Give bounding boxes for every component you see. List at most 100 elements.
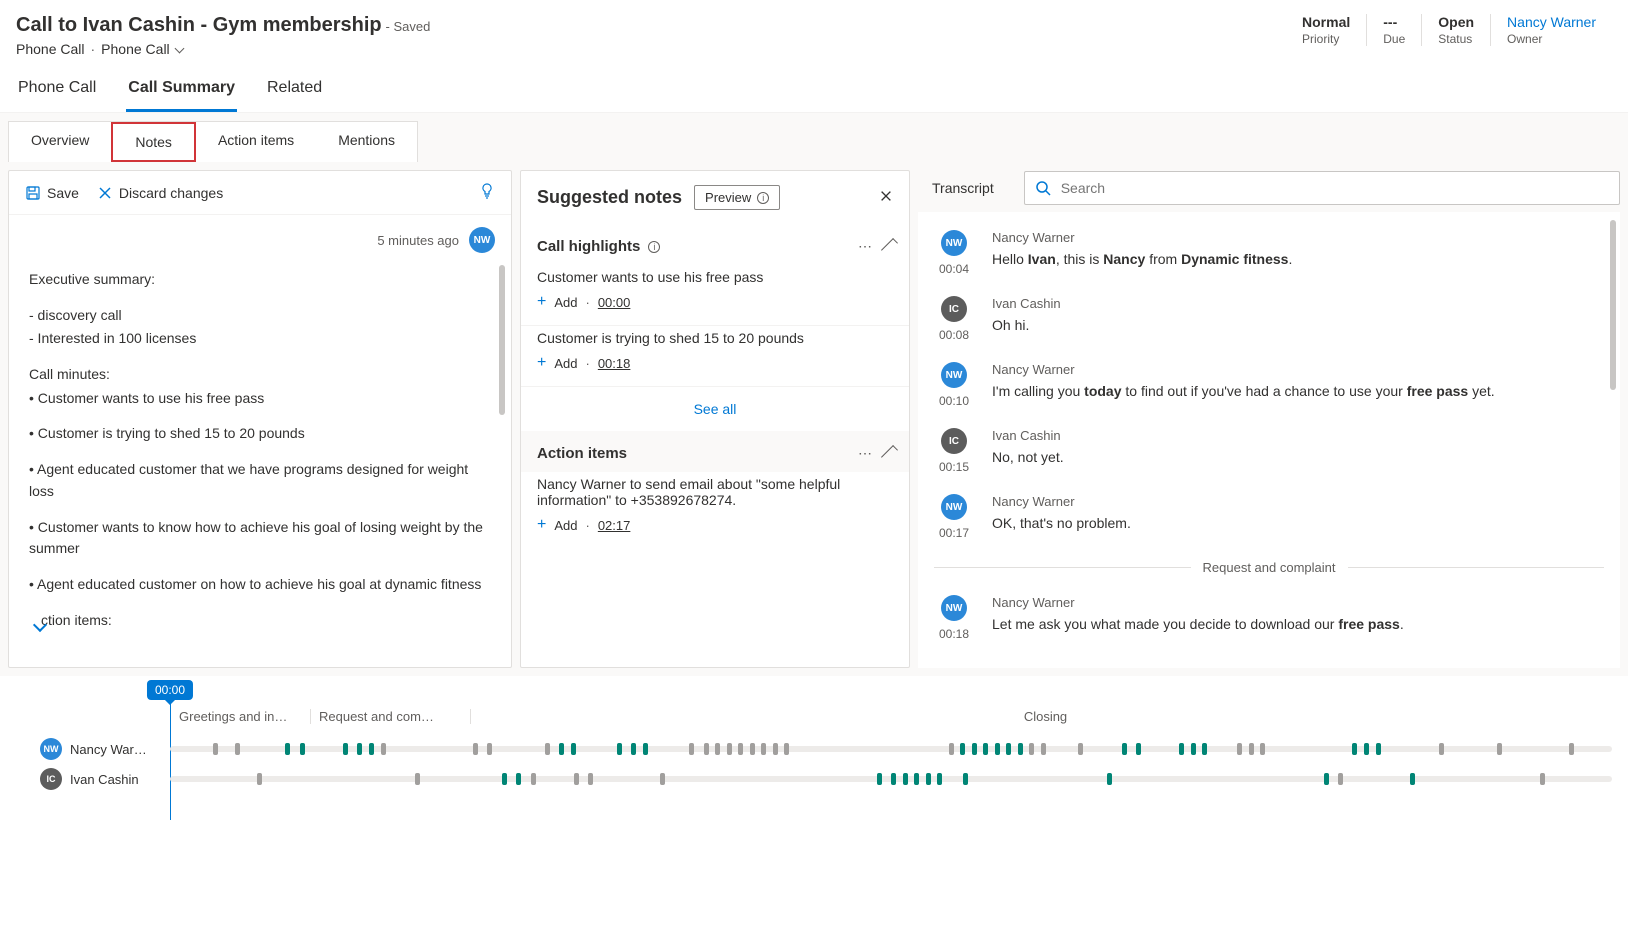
segment-request[interactable]: Request and com… <box>310 709 470 724</box>
stat-owner[interactable]: Nancy Warner Owner <box>1490 14 1612 46</box>
audio-tick <box>914 773 919 785</box>
speaker-name: Ivan Cashin <box>992 428 1604 443</box>
transcript-row[interactable]: NW00:10Nancy WarnerI'm calling you today… <box>934 352 1604 418</box>
transcript-title: Transcript <box>918 170 1008 206</box>
audio-tick <box>963 773 968 785</box>
audio-tick <box>502 773 507 785</box>
chevron-up-icon[interactable] <box>881 238 898 255</box>
audio-tick <box>1352 743 1357 755</box>
note-body[interactable]: Executive summary: - discovery call - In… <box>9 265 511 635</box>
audio-tick <box>588 773 593 785</box>
segment-greetings[interactable]: Greetings and in… <box>170 709 310 724</box>
transcript-row[interactable]: NW00:18Nancy WarnerLet me ask you what m… <box>934 585 1604 651</box>
timestamp-link[interactable]: 02:17 <box>598 518 631 533</box>
track-label-nancy: NW Nancy War… <box>40 738 158 760</box>
discard-button[interactable]: Discard changes <box>97 185 223 201</box>
call-highlights-title: Call highlights <box>537 238 640 255</box>
transcript-row[interactable]: NW00:04Nancy WarnerHello Ivan, this is N… <box>934 220 1604 286</box>
audio-tick <box>1376 743 1381 755</box>
tab-call-summary[interactable]: Call Summary <box>126 71 237 112</box>
tab-related[interactable]: Related <box>265 71 324 112</box>
subtab-mentions[interactable]: Mentions <box>316 122 417 162</box>
suggested-notes-panel: Suggested notes Preview i Call highlight… <box>520 170 910 668</box>
scrollbar[interactable] <box>1610 220 1616 390</box>
breadcrumb-item[interactable]: Phone Call <box>101 41 170 57</box>
audio-tick <box>357 743 362 755</box>
tab-phone-call[interactable]: Phone Call <box>16 71 98 112</box>
audio-tick <box>1191 743 1196 755</box>
subtab-overview[interactable]: Overview <box>9 122 111 162</box>
stat-status[interactable]: Open Status <box>1421 14 1490 46</box>
page-header: Call to Ivan Cashin - Gym membership - S… <box>0 0 1628 65</box>
header-stats: Normal Priority --- Due Open Status Nanc… <box>1286 14 1612 46</box>
breadcrumb-item[interactable]: Phone Call <box>16 41 85 57</box>
sub-tabs: Overview Notes Action items Mentions <box>8 121 418 162</box>
note-timestamp: 5 minutes ago <box>377 233 459 248</box>
transcript-row[interactable]: NW00:17Nancy WarnerOK, that's no problem… <box>934 484 1604 550</box>
audio-tick <box>877 773 882 785</box>
audio-tick <box>1338 773 1343 785</box>
avatar: NW <box>941 494 967 520</box>
audio-tick <box>574 773 579 785</box>
more-icon[interactable]: ⋯ <box>858 445 872 462</box>
chevron-up-icon[interactable] <box>881 445 898 462</box>
stat-due[interactable]: --- Due <box>1366 14 1421 46</box>
avatar: IC <box>40 768 62 790</box>
audio-tick <box>1497 743 1502 755</box>
close-button[interactable] <box>879 189 893 206</box>
plus-icon[interactable]: + <box>537 516 546 534</box>
more-icon[interactable]: ⋯ <box>858 238 872 255</box>
call-timeline: 00:00 Greetings and in… Request and com…… <box>0 676 1628 806</box>
add-button[interactable]: Add <box>554 518 577 533</box>
transcript-row[interactable]: IC00:08Ivan CashinOh hi. <box>934 286 1604 352</box>
timestamp-link[interactable]: 00:18 <box>598 356 631 371</box>
chevron-down-icon[interactable] <box>174 43 184 53</box>
audio-tick <box>660 773 665 785</box>
audio-tick <box>1237 743 1242 755</box>
add-button[interactable]: Add <box>554 295 577 310</box>
timestamp: 00:15 <box>939 460 969 474</box>
notes-panel: Save Discard changes 5 minutes ago NW Ex… <box>8 170 512 668</box>
audio-tick <box>545 743 550 755</box>
plus-icon[interactable]: + <box>537 354 546 372</box>
audio-tick <box>300 743 305 755</box>
avatar[interactable]: NW <box>469 227 495 253</box>
see-all-link[interactable]: See all <box>521 387 909 431</box>
segment-closing[interactable]: Closing <box>470 709 1612 724</box>
scrollbar[interactable] <box>499 265 505 415</box>
subtab-action-items[interactable]: Action items <box>196 122 316 162</box>
audio-track-nancy[interactable] <box>170 746 1612 752</box>
subtab-notes[interactable]: Notes <box>111 122 196 162</box>
audio-tick <box>415 773 420 785</box>
timestamp-link[interactable]: 00:00 <box>598 295 631 310</box>
timestamp: 00:18 <box>939 627 969 641</box>
audio-tick <box>1018 743 1023 755</box>
preview-button[interactable]: Preview i <box>694 185 780 210</box>
audio-track-ivan[interactable] <box>170 776 1612 782</box>
avatar: IC <box>941 428 967 454</box>
audio-tick <box>1569 743 1574 755</box>
search-box[interactable] <box>1024 171 1620 205</box>
search-input[interactable] <box>1059 179 1609 197</box>
audio-tick <box>727 743 732 755</box>
stat-priority[interactable]: Normal Priority <box>1286 14 1366 46</box>
expand-button[interactable] <box>35 617 45 633</box>
chevron-down-icon <box>33 618 47 632</box>
audio-tick <box>1122 743 1127 755</box>
audio-tick <box>1439 743 1444 755</box>
playhead-marker[interactable]: 00:00 <box>147 680 193 700</box>
audio-tick <box>1540 773 1545 785</box>
audio-tick <box>784 743 789 755</box>
add-button[interactable]: Add <box>554 356 577 371</box>
lightbulb-icon[interactable] <box>479 183 495 202</box>
transcript-row[interactable]: IC00:15Ivan CashinNo, not yet. <box>934 418 1604 484</box>
audio-tick <box>285 743 290 755</box>
audio-tick <box>473 743 478 755</box>
save-button[interactable]: Save <box>25 185 79 201</box>
plus-icon[interactable]: + <box>537 293 546 311</box>
suggested-notes-title: Suggested notes <box>537 187 682 208</box>
info-icon[interactable]: i <box>648 241 660 253</box>
audio-tick <box>235 743 240 755</box>
audio-tick <box>983 743 988 755</box>
action-item: Nancy Warner to send email about "some h… <box>521 472 909 548</box>
